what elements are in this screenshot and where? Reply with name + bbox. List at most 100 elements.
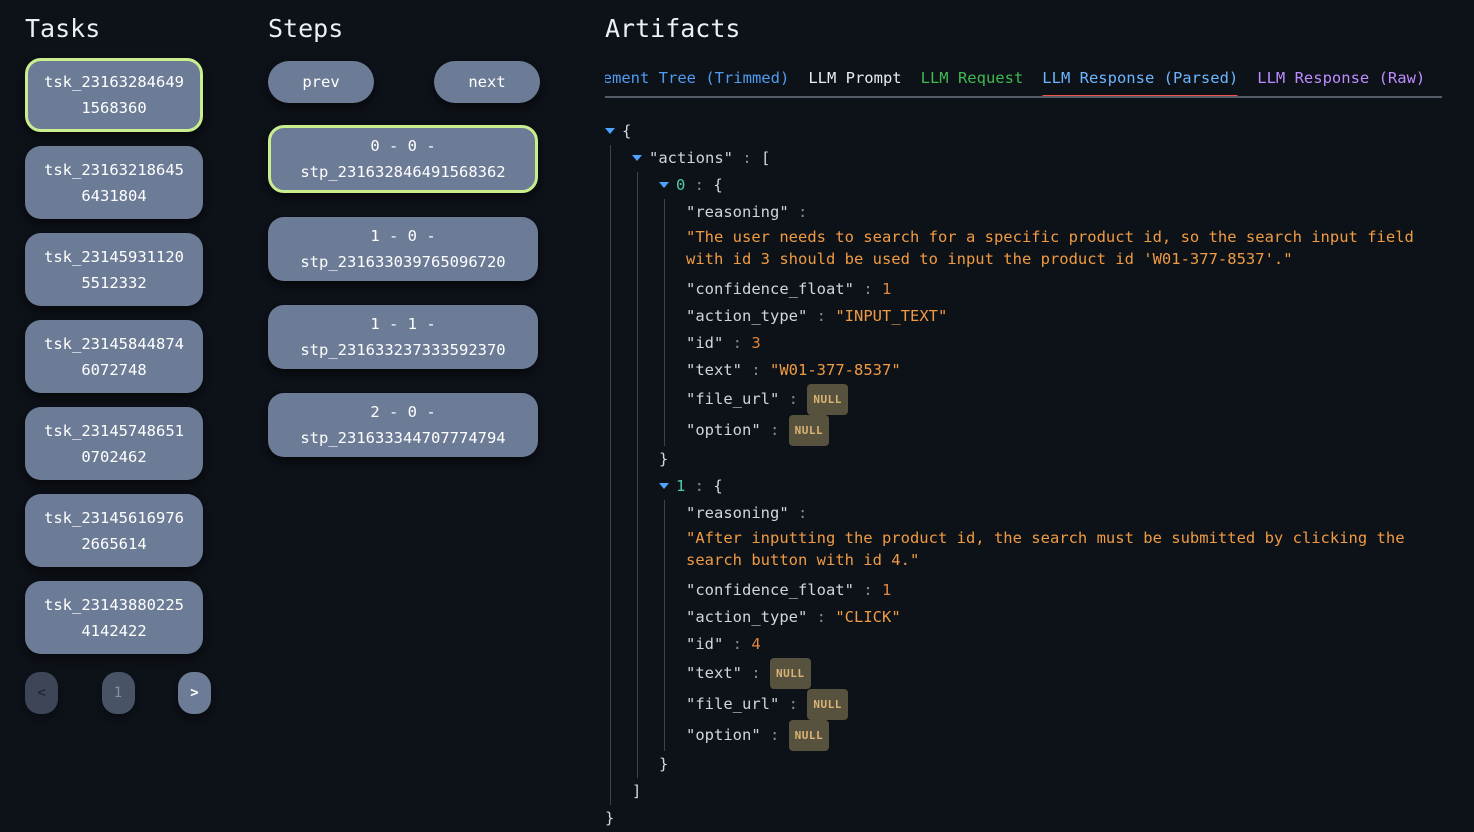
json-key: "action_type" [686,608,807,626]
json-key: "text" [686,664,742,682]
json-node: "option" : NULL [686,415,1442,446]
json-node: "option" : NULL [686,720,1442,751]
json-tree-view: {"actions" : [0 : {"reasoning" : "The us… [605,118,1442,832]
step-index-label: 1 - 0 - [370,223,435,249]
steps-prev-button[interactable]: prev [268,61,374,103]
step-id-label: stp_231633344707774794 [300,425,505,451]
tab-llm-request[interactable]: LLM Request [921,69,1024,96]
artifacts-title: Artifacts [605,14,1442,43]
collapse-triangle-icon[interactable] [605,128,615,134]
tab-llm-response-parsed[interactable]: LLM Response (Parsed) [1042,69,1238,96]
json-colon: : [854,280,882,298]
step-id-label: stp_231632846491568362 [300,159,505,185]
json-line: "confidence_float" : 1 [686,577,1442,604]
json-node: "confidence_float" : 1 [686,577,1442,604]
json-string-value: "The user needs to search for a specific… [686,226,1434,270]
json-node: "file_url" : NULL [686,689,1442,720]
collapse-triangle-icon[interactable] [659,182,669,188]
json-node: "id" : 3 [686,330,1442,357]
task-button-tsk-231632846491568360[interactable]: tsk_231632846491568360 [25,58,203,132]
json-key: "option" [686,726,761,744]
json-key: "id" [686,334,723,352]
null-badge: NULL [770,658,811,689]
step-list: 0 - 0 -stp_2316328464915683621 - 0 -stp_… [268,125,605,457]
json-colon: : [761,726,789,744]
null-badge: NULL [807,689,848,720]
tasks-title: Tasks [25,14,268,43]
json-line: "file_url" : NULL [686,689,1442,720]
pagination-page-button[interactable]: 1 [102,672,135,714]
json-line: 0 : { [659,172,1442,199]
task-button-tsk-231632186456431804[interactable]: tsk_231632186456431804 [25,146,203,219]
json-string-value: "After inputting the product id, the sea… [686,527,1434,571]
json-line: "file_url" : NULL [686,384,1442,415]
steps-panel: Steps prev next 0 - 0 -stp_2316328464915… [268,0,605,800]
step-index-label: 1 - 1 - [370,311,435,337]
json-line: "action_type" : "CLICK" [686,604,1442,631]
json-node: "actions" : [0 : {"reasoning" : "The use… [632,145,1442,805]
tab-llm-prompt[interactable]: LLM Prompt [808,69,901,96]
json-node: "action_type" : "CLICK" [686,604,1442,631]
step-id-label: stp_231633039765096720 [300,249,505,275]
artifacts-tabbar: Element Tree (Trimmed) LLM Prompt LLM Requ… [605,69,1442,98]
json-bracket: ] [632,782,641,800]
json-line: ] [632,778,1442,805]
tasks-panel: Tasks tsk_231632846491568360 tsk_23163218… [0,0,268,800]
json-line: "text" : NULL [686,658,1442,689]
json-colon: : [789,203,808,221]
step-index-label: 2 - 0 - [370,399,435,425]
task-button-tsk-231438802254142422[interactable]: tsk_231438802254142422 [25,581,203,654]
json-bracket: } [659,450,668,468]
json-line: "id" : 4 [686,631,1442,658]
json-node: 0 : {"reasoning" : "The user needs to se… [659,172,1442,473]
steps-title: Steps [268,14,605,43]
json-string-value: "W01-377-8537" [770,361,901,379]
task-list: tsk_231632846491568360 tsk_23163218645643… [25,58,268,654]
json-line: } [659,446,1442,473]
collapse-triangle-icon[interactable] [659,483,669,489]
artifacts-panel: Artifacts Element Tree (Trimmed) LLM Prom… [605,0,1474,800]
json-array-index: 1 [676,477,685,495]
json-node: "reasoning" : "After inputting the produ… [686,500,1442,571]
pagination-prev-button[interactable]: < [25,672,58,714]
task-button-tsk-231456169762665614[interactable]: tsk_231456169762665614 [25,494,203,567]
json-key: "id" [686,635,723,653]
json-key: "confidence_float" [686,280,854,298]
json-colon: : [854,581,882,599]
json-colon: : [742,361,770,379]
json-colon: : [779,695,807,713]
json-line: 1 : { [659,473,1442,500]
json-colon: : [723,334,751,352]
step-button-stp-231633237333592370[interactable]: 1 - 1 -stp_231633237333592370 [268,305,538,369]
json-string-value: "INPUT_TEXT" [835,307,947,325]
collapse-triangle-icon[interactable] [632,155,642,161]
json-array-index: 0 [676,176,685,194]
step-button-stp-231633039765096720[interactable]: 1 - 0 -stp_231633039765096720 [268,217,538,281]
json-node: {"actions" : [0 : {"reasoning" : "The us… [605,118,1442,832]
tab-llm-response-raw[interactable]: LLM Response (Raw) [1257,69,1425,96]
step-button-stp-231633344707774794[interactable]: 2 - 0 -stp_231633344707774794 [268,393,538,457]
json-children: "reasoning" : "After inputting the produ… [664,500,1442,751]
json-line: } [659,751,1442,778]
task-button-tsk-231458448746072748[interactable]: tsk_231458448746072748 [25,320,203,393]
json-bracket: } [659,755,668,773]
tab-element-tree-trimmed[interactable]: Element Tree (Trimmed) [605,69,789,96]
task-button-tsk-231459311205512332[interactable]: tsk_231459311205512332 [25,233,203,306]
step-button-stp-231632846491568362[interactable]: 0 - 0 -stp_231632846491568362 [268,125,538,193]
json-line: "actions" : [ [632,145,1442,172]
json-node: "reasoning" : "The user needs to search … [686,199,1442,270]
json-node: "text" : "W01-377-8537" [686,357,1442,384]
app-root: Tasks tsk_231632846491568360 tsk_23163218… [0,0,1474,800]
task-button-tsk-231457486510702462[interactable]: tsk_231457486510702462 [25,407,203,480]
json-colon: : [807,307,835,325]
json-line: } [605,805,1442,832]
pagination-next-button[interactable]: > [178,672,211,714]
step-index-label: 0 - 0 - [370,133,435,159]
json-line: "reasoning" : [686,500,1442,527]
json-colon: : [685,477,713,495]
json-key: "confidence_float" [686,581,854,599]
json-key: "reasoning" [686,203,789,221]
json-node: "action_type" : "INPUT_TEXT" [686,303,1442,330]
json-key: "text" [686,361,742,379]
steps-next-button[interactable]: next [434,61,540,103]
